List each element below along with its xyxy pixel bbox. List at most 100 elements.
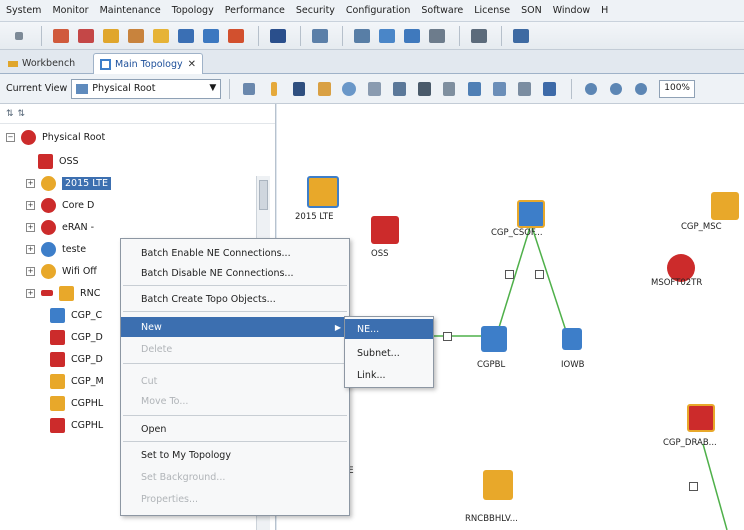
menu-maintenance[interactable]: Maintenance — [100, 5, 161, 16]
menu-item-set-my-topology[interactable]: Set to My Topology — [121, 445, 349, 465]
chart-icon[interactable] — [309, 25, 331, 47]
topology-node-iowb[interactable] — [561, 328, 583, 350]
tree-item-cgp-d1[interactable]: CGP_D — [50, 326, 103, 348]
expand-icon[interactable]: + — [26, 244, 35, 254]
question-icon[interactable] — [263, 78, 285, 100]
zoom-level[interactable]: 100% — [659, 79, 695, 98]
camera-icon[interactable] — [376, 25, 398, 47]
grid-icon[interactable] — [8, 25, 30, 47]
tree-item-wifi[interactable]: + Wifi Off — [26, 260, 97, 282]
menu-security[interactable]: Security — [296, 5, 335, 16]
hand-icon[interactable] — [313, 78, 335, 100]
export-icon[interactable] — [513, 78, 535, 100]
search-icon[interactable] — [100, 25, 122, 47]
expand-icon[interactable]: + — [26, 178, 35, 188]
frame-icon[interactable] — [488, 78, 510, 100]
link-marker[interactable] — [443, 332, 452, 341]
mit-icon[interactable] — [267, 25, 289, 47]
topology-node-cgpbl[interactable] — [481, 326, 507, 352]
globe-icon[interactable] — [338, 78, 360, 100]
users-icon[interactable] — [125, 25, 147, 47]
tree-root[interactable]: − Physical Root — [6, 126, 105, 148]
tab-workbench[interactable]: Workbench — [2, 53, 81, 74]
network-icon[interactable] — [468, 25, 490, 47]
expand-icon[interactable]: + — [26, 266, 35, 276]
submenu-item-subnet[interactable]: Subnet... — [345, 343, 433, 363]
topology-tool-icon[interactable] — [510, 25, 532, 47]
close-icon[interactable]: ✕ — [188, 59, 196, 70]
topology-node-cgp-drab[interactable] — [687, 404, 715, 432]
menu-son[interactable]: SON — [521, 5, 542, 16]
tab-main-topology[interactable]: Main Topology ✕ — [93, 53, 204, 74]
expand-icon[interactable]: + — [26, 222, 35, 232]
copy-icon[interactable] — [363, 78, 385, 100]
menu-configuration[interactable]: Configuration — [346, 5, 410, 16]
document-icon[interactable] — [401, 25, 423, 47]
menu-item-open[interactable]: Open — [121, 419, 349, 439]
menu-item-cut[interactable]: Cut — [121, 371, 349, 391]
menu-window[interactable]: Window — [553, 5, 590, 16]
tree-item-cgphl2[interactable]: CGPHL — [50, 414, 103, 436]
zoom-fit-icon[interactable] — [630, 78, 652, 100]
menu-item-set-background[interactable]: Set Background... — [121, 467, 349, 487]
menu-license[interactable]: License — [474, 5, 510, 16]
topology-node-cgp-msc[interactable] — [711, 192, 739, 220]
view-icon[interactable] — [351, 25, 373, 47]
submenu-item-link[interactable]: Link... — [345, 365, 433, 385]
tree-item-cgp-m[interactable]: CGP_M — [50, 370, 104, 392]
topology-node-oss[interactable] — [371, 216, 399, 244]
save-icon[interactable] — [175, 25, 197, 47]
menu-item-batch-disable[interactable]: Batch Disable NE Connections... — [121, 263, 349, 283]
tree-item-oss[interactable]: OSS — [38, 150, 79, 172]
expand-icon[interactable]: + — [26, 288, 35, 298]
topology-icon[interactable] — [50, 25, 72, 47]
menu-topology[interactable]: Topology — [172, 5, 214, 16]
current-view-select[interactable]: Physical Root ▼ — [71, 78, 222, 99]
flag-icon[interactable] — [438, 78, 460, 100]
monitor-icon[interactable] — [200, 25, 222, 47]
zoom-in-icon[interactable] — [580, 78, 602, 100]
lock-icon[interactable] — [150, 25, 172, 47]
collapse-icon[interactable]: − — [6, 132, 15, 142]
server-icon[interactable] — [426, 25, 448, 47]
expand-all-icon[interactable]: ⇅ — [6, 109, 14, 119]
tree-item-cgp-d2[interactable]: CGP_D — [50, 348, 103, 370]
scrollbar-thumb[interactable] — [259, 180, 268, 210]
topo-icon[interactable] — [538, 78, 560, 100]
menu-item-new[interactable]: New ▶ — [121, 317, 349, 337]
zoom-out-icon[interactable] — [605, 78, 627, 100]
tree-item-cgp-c[interactable]: CGP_C — [50, 304, 102, 326]
topology-node-2015-lte[interactable] — [303, 176, 343, 212]
menu-software[interactable]: Software — [421, 5, 463, 16]
menu-system[interactable]: System — [6, 5, 41, 16]
submenu-item-ne[interactable]: NE... — [345, 319, 433, 339]
menu-item-delete[interactable]: Delete — [121, 339, 349, 359]
menu-help[interactable]: H — [601, 5, 608, 16]
tree-item-cgphl1[interactable]: CGPHL — [50, 392, 103, 414]
expand-icon[interactable]: + — [26, 200, 35, 210]
menu-item-move-to[interactable]: Move To... — [121, 391, 349, 411]
alarm-icon[interactable] — [75, 25, 97, 47]
tree-item-core[interactable]: + Core D — [26, 194, 94, 216]
menu-item-batch-enable[interactable]: Batch Enable NE Connections... — [121, 243, 349, 263]
link-marker[interactable] — [689, 482, 698, 491]
layout-icon[interactable] — [388, 78, 410, 100]
topology-node-rncbbhlv[interactable] — [483, 470, 513, 500]
tree-item-eran[interactable]: + eRAN - — [26, 216, 94, 238]
collapse-all-icon[interactable]: ⇅ — [18, 109, 26, 119]
tree-item-rnc[interactable]: + RNC — [26, 282, 100, 304]
pointer-icon[interactable] — [288, 78, 310, 100]
binoculars-icon[interactable] — [413, 78, 435, 100]
menu-item-properties[interactable]: Properties... — [121, 489, 349, 509]
table-icon[interactable] — [463, 78, 485, 100]
tree-item-2015-lte[interactable]: + 2015 LTE — [26, 172, 111, 194]
menu-item-batch-create[interactable]: Batch Create Topo Objects... — [121, 289, 349, 309]
nav-icon[interactable] — [225, 25, 247, 47]
menu-performance[interactable]: Performance — [225, 5, 285, 16]
link-marker[interactable] — [505, 270, 514, 279]
menu-monitor[interactable]: Monitor — [52, 5, 88, 16]
filter-icon[interactable] — [238, 78, 260, 100]
tree-item-teste[interactable]: + teste — [26, 238, 86, 260]
topology-node-cgp-csof[interactable] — [517, 200, 545, 228]
link-marker[interactable] — [535, 270, 544, 279]
